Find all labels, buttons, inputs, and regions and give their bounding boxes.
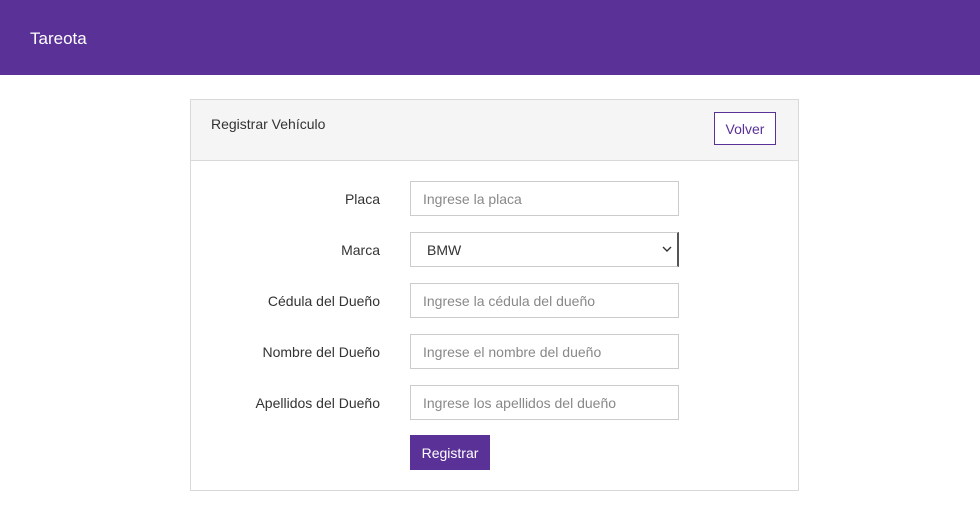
- marca-selected-value: BMW: [427, 242, 462, 258]
- nombre-input[interactable]: [410, 334, 679, 369]
- card-title: Registrar Vehículo: [211, 116, 326, 132]
- marca-label: Marca: [341, 242, 380, 258]
- brand-link[interactable]: Tareota: [30, 29, 87, 49]
- register-vehicle-card: Registrar Vehículo Volver Placa Marca BM…: [190, 99, 799, 491]
- register-button[interactable]: Registrar: [410, 435, 490, 470]
- apellidos-input[interactable]: [410, 385, 679, 420]
- top-navbar: Tareota: [0, 0, 980, 75]
- placa-label: Placa: [344, 191, 380, 207]
- nombre-label: Nombre del Dueño: [262, 344, 380, 360]
- apellidos-label: Apellidos del Dueño: [255, 395, 380, 411]
- cedula-label: Cédula del Dueño: [267, 293, 380, 309]
- marca-select[interactable]: BMW: [410, 232, 679, 267]
- placa-input[interactable]: [410, 181, 679, 216]
- chevron-down-icon: [662, 246, 672, 252]
- cedula-input[interactable]: [410, 283, 679, 318]
- card-header: Registrar Vehículo Volver: [191, 100, 798, 161]
- back-button[interactable]: Volver: [714, 112, 776, 145]
